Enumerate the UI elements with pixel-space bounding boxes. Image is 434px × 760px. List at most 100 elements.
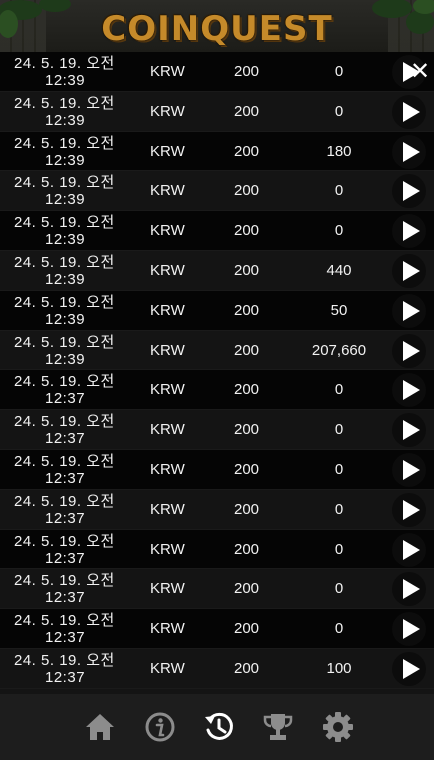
round-win: 0 xyxy=(334,540,344,558)
round-time: 12:37 xyxy=(45,430,86,448)
round-currency: KRW xyxy=(150,580,185,598)
history-row: 24. 5. 19. 오전 12:37 KRW 200 0 xyxy=(0,370,434,411)
history-row: 24. 5. 19. 오전 12:37 KRW 200 0 xyxy=(0,449,434,490)
round-datetime: 24. 5. 19. 오전 12:37 xyxy=(14,453,124,487)
replay-button[interactable] xyxy=(392,134,426,169)
round-datetime: 24. 5. 19. 오전 12:39 xyxy=(14,135,124,169)
round-time: 12:39 xyxy=(45,72,86,89)
round-date: 24. 5. 19. 오전 xyxy=(14,532,115,550)
replay-button[interactable] xyxy=(392,532,426,567)
round-win: 0 xyxy=(334,460,344,478)
round-win: 100 xyxy=(326,659,352,677)
round-datetime: 24. 5. 19. 오전 12:39 xyxy=(14,95,124,129)
game-logo: COINQUEST xyxy=(101,9,333,49)
replay-button[interactable] xyxy=(392,651,426,686)
home-icon[interactable] xyxy=(83,710,117,744)
round-currency: KRW xyxy=(150,341,185,359)
replay-button[interactable] xyxy=(392,572,426,607)
play-icon xyxy=(403,141,420,162)
replay-button[interactable] xyxy=(392,413,426,448)
round-time: 12:37 xyxy=(45,549,86,567)
round-date: 24. 5. 19. 오전 xyxy=(14,55,115,72)
round-date: 24. 5. 19. 오전 xyxy=(14,572,115,590)
round-win: 0 xyxy=(334,580,344,598)
info-icon[interactable] xyxy=(143,710,177,744)
round-datetime: 24. 5. 19. 오전 12:37 xyxy=(14,533,124,567)
history-list[interactable]: 24. 5. 19. 오전 12:39 KRW 200 0 24. 5. 19. 오전 12… xyxy=(0,52,434,694)
history-row: 24. 5. 19. 오전 12:37 KRW 200 100 xyxy=(0,648,434,689)
round-win: 0 xyxy=(334,182,344,200)
round-bet: 200 xyxy=(234,261,260,279)
round-currency: KRW xyxy=(150,102,185,120)
round-date: 24. 5. 19. 오전 xyxy=(14,253,115,271)
round-time: 12:39 xyxy=(45,151,86,169)
round-bet: 200 xyxy=(234,500,260,518)
round-date: 24. 5. 19. 오전 xyxy=(14,612,115,630)
replay-button[interactable] xyxy=(392,333,426,368)
round-currency: KRW xyxy=(150,500,185,518)
round-win: 0 xyxy=(334,63,344,80)
round-time: 12:39 xyxy=(45,231,86,249)
round-currency: KRW xyxy=(150,421,185,439)
round-win: 0 xyxy=(334,500,344,518)
round-datetime: 24. 5. 19. 오전 12:39 xyxy=(14,294,124,328)
round-date: 24. 5. 19. 오전 xyxy=(14,413,115,431)
replay-button[interactable] xyxy=(392,612,426,647)
history-row: 24. 5. 19. 오전 12:39 KRW 200 0 xyxy=(0,171,434,212)
round-time: 12:37 xyxy=(45,509,86,527)
close-icon[interactable]: ✕ xyxy=(408,60,432,84)
gear-icon[interactable] xyxy=(321,710,355,744)
round-win: 0 xyxy=(334,222,344,240)
history-row: 24. 5. 19. 오전 12:39 KRW 200 207,660 xyxy=(0,330,434,371)
round-date: 24. 5. 19. 오전 xyxy=(14,293,115,311)
play-icon xyxy=(403,658,420,679)
round-win: 0 xyxy=(334,381,344,399)
replay-button[interactable] xyxy=(392,94,426,129)
round-datetime: 24. 5. 19. 오전 12:37 xyxy=(14,413,124,447)
round-datetime: 24. 5. 19. 오전 12:39 xyxy=(14,214,124,248)
play-icon xyxy=(403,619,420,640)
round-currency: KRW xyxy=(150,540,185,558)
round-date: 24. 5. 19. 오전 xyxy=(14,492,115,510)
history-row: 24. 5. 19. 오전 12:37 KRW 200 0 xyxy=(0,489,434,530)
replay-button[interactable] xyxy=(392,293,426,328)
round-win: 180 xyxy=(326,142,352,160)
round-bet: 200 xyxy=(234,540,260,558)
round-datetime: 24. 5. 19. 오전 12:37 xyxy=(14,493,124,527)
round-bet: 200 xyxy=(234,421,260,439)
replay-button[interactable] xyxy=(392,452,426,487)
round-date: 24. 5. 19. 오전 xyxy=(14,134,115,152)
round-datetime: 24. 5. 19. 오전 12:39 xyxy=(14,254,124,288)
round-currency: KRW xyxy=(150,460,185,478)
history-row: 24. 5. 19. 오전 12:39 KRW 200 180 xyxy=(0,131,434,172)
round-bet: 200 xyxy=(234,142,260,160)
round-date: 24. 5. 19. 오전 xyxy=(14,373,115,391)
play-icon xyxy=(403,499,420,520)
play-icon xyxy=(403,380,420,401)
history-icon[interactable] xyxy=(202,710,236,744)
round-currency: KRW xyxy=(150,63,185,80)
play-icon xyxy=(403,579,420,600)
round-bet: 200 xyxy=(234,102,260,120)
round-bet: 200 xyxy=(234,620,260,638)
round-time: 12:37 xyxy=(45,629,86,647)
replay-button[interactable] xyxy=(392,174,426,209)
trophy-icon[interactable] xyxy=(261,710,295,744)
round-win: 0 xyxy=(334,102,344,120)
play-icon xyxy=(403,181,420,202)
replay-button[interactable] xyxy=(392,214,426,249)
round-currency: KRW xyxy=(150,182,185,200)
round-time: 12:37 xyxy=(45,469,86,487)
round-currency: KRW xyxy=(150,301,185,319)
replay-button[interactable] xyxy=(392,253,426,288)
round-win: 440 xyxy=(326,261,352,279)
round-bet: 200 xyxy=(234,659,260,677)
replay-button[interactable] xyxy=(392,492,426,527)
round-time: 12:39 xyxy=(45,111,86,129)
round-win: 0 xyxy=(334,421,344,439)
replay-button[interactable] xyxy=(392,373,426,408)
bottom-nav xyxy=(0,694,434,760)
history-row: 24. 5. 19. 오전 12:39 KRW 200 440 xyxy=(0,250,434,291)
round-time: 12:39 xyxy=(45,270,86,288)
round-bet: 200 xyxy=(234,222,260,240)
